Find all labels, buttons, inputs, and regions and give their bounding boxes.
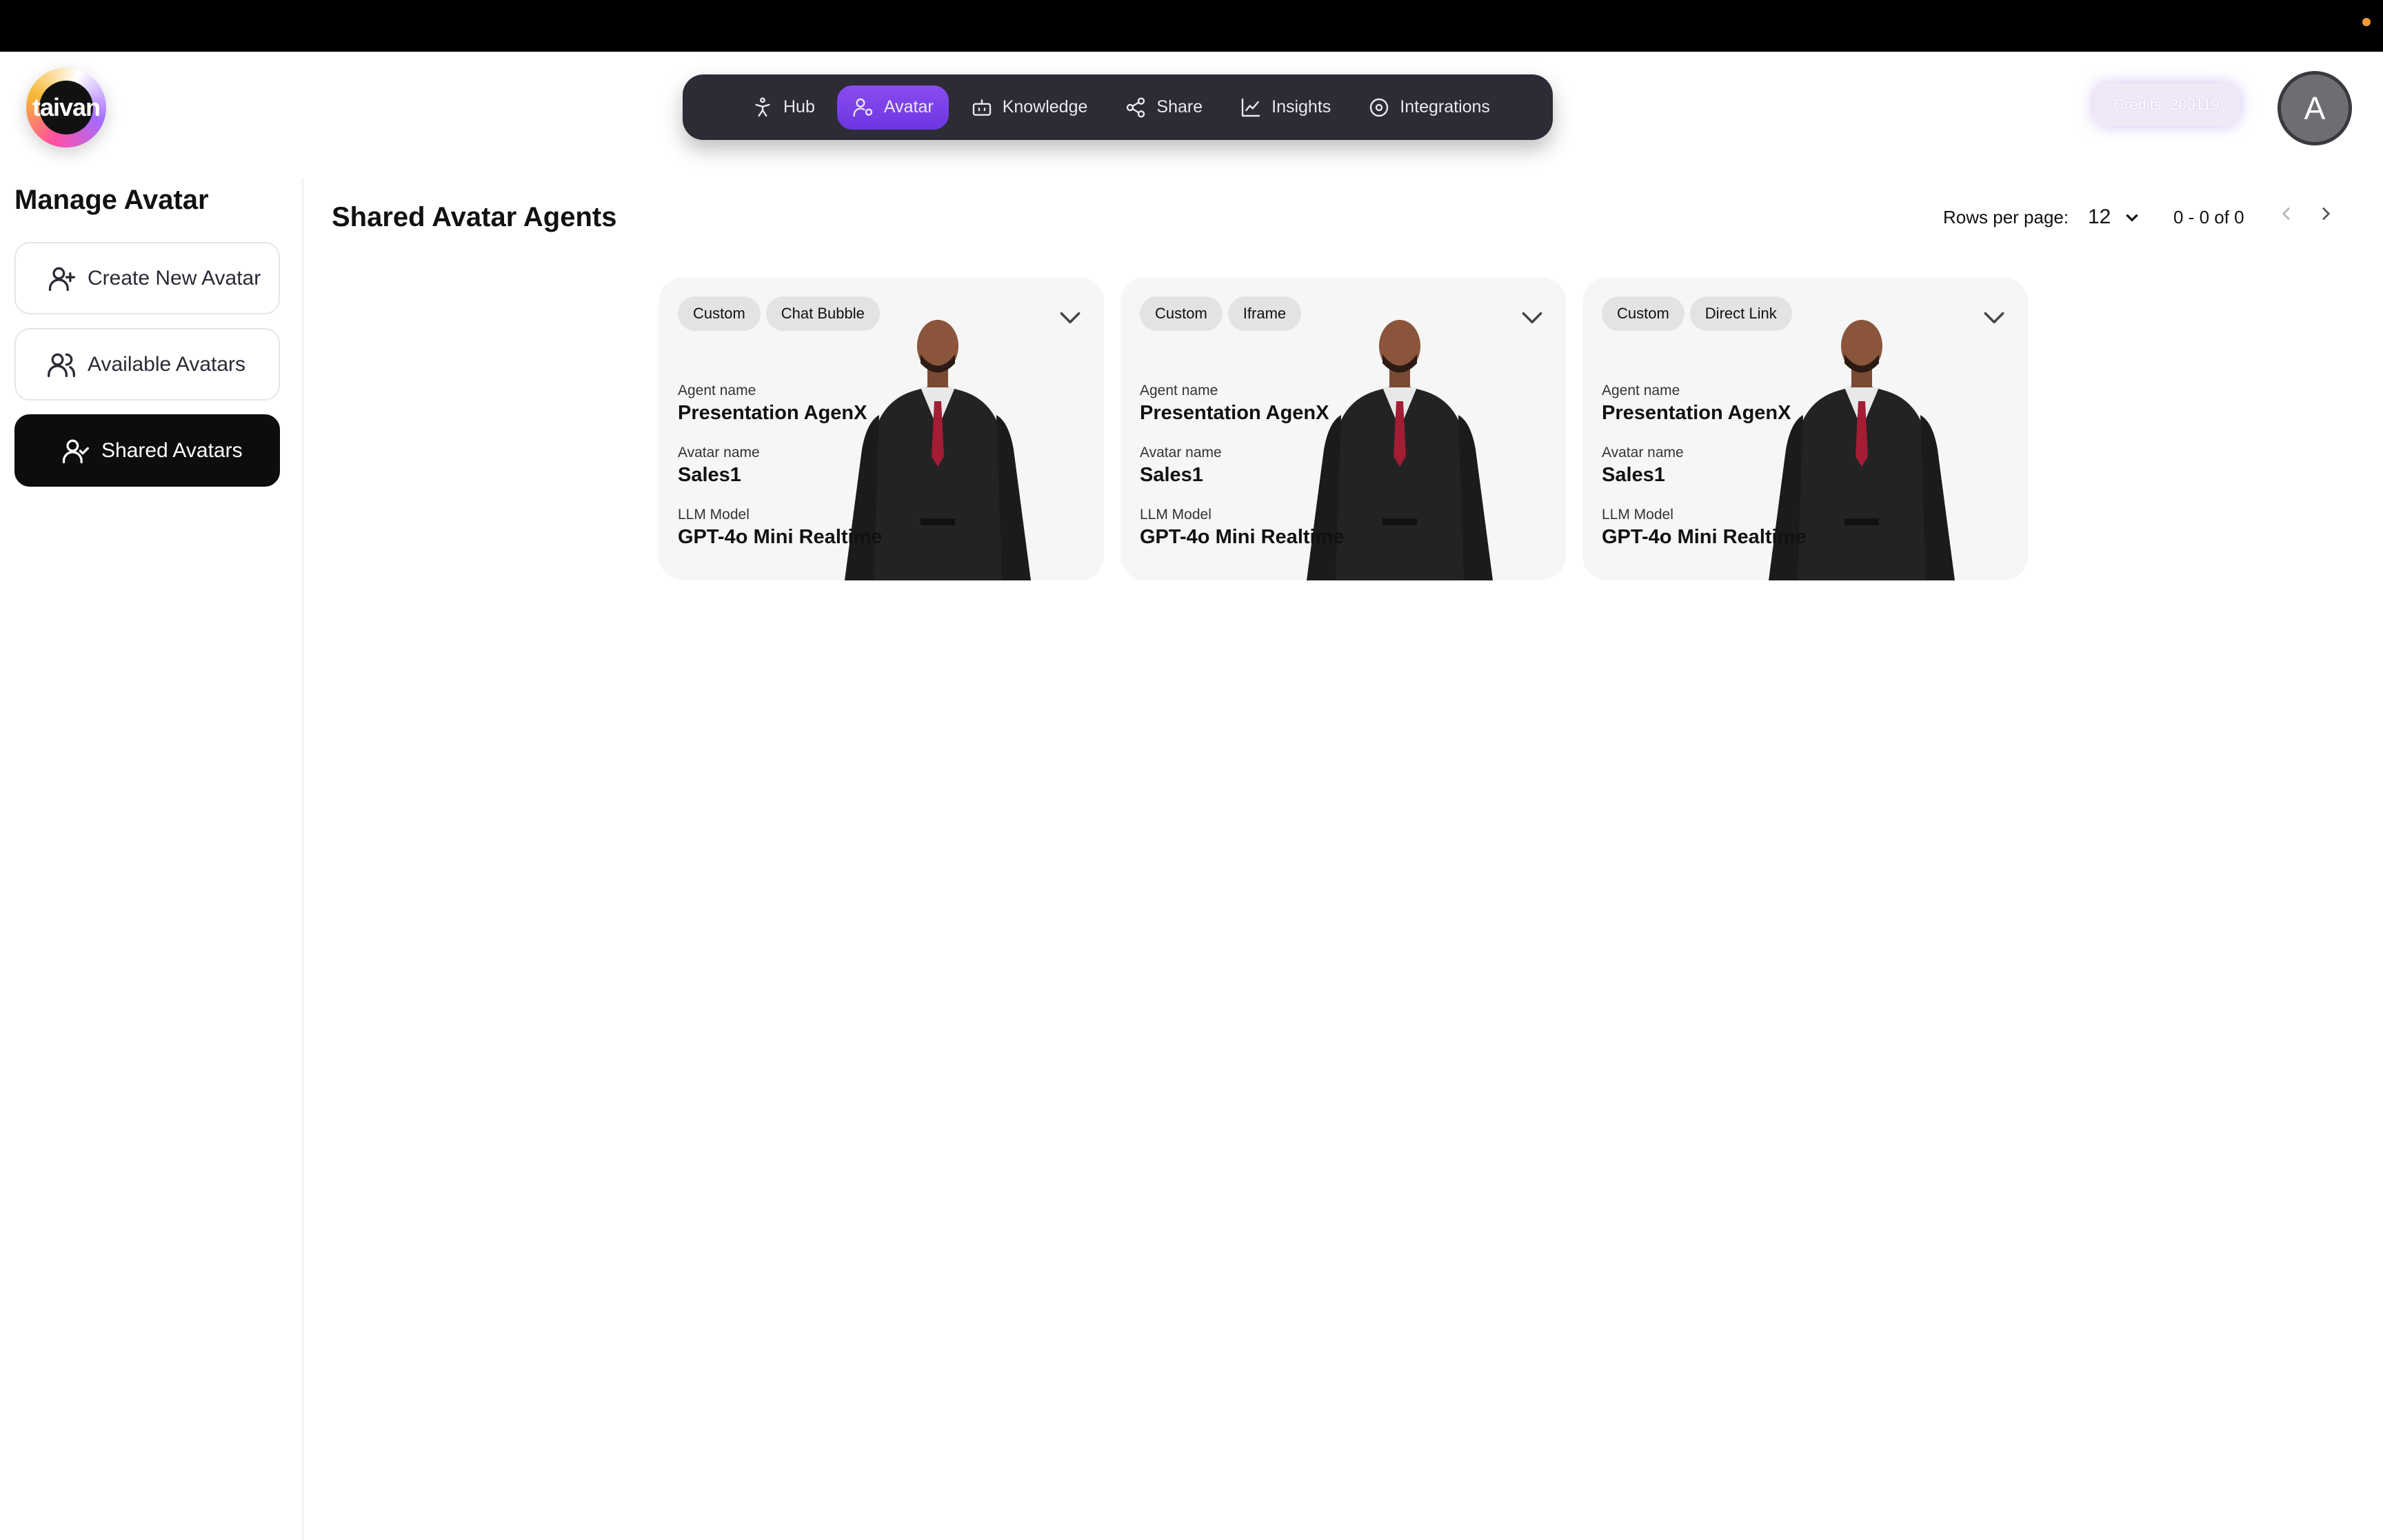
- credits-badge[interactable]: Credits: 200119: [2093, 83, 2240, 126]
- users-icon: [48, 353, 75, 377]
- sidebar-divider: [302, 178, 303, 1540]
- os-menu-bar: [0, 0, 2383, 52]
- avatar-name-label: Avatar name: [678, 445, 760, 460]
- nav-label: Hub: [783, 97, 815, 116]
- previous-page-button[interactable]: [2273, 200, 2300, 227]
- agent-name-label: Agent name: [1602, 383, 1680, 398]
- llm-model-label: LLM Model: [678, 507, 750, 523]
- pagination-range: 0 - 0 of 0: [2173, 206, 2244, 227]
- bot-icon: [972, 99, 991, 116]
- card-details: Agent name Presentation AgenX Avatar nam…: [1140, 381, 1345, 567]
- sidebar-item-label: Create New Avatar: [88, 266, 261, 290]
- app-logo[interactable]: taivan: [26, 68, 106, 148]
- user-check-icon: [62, 439, 89, 463]
- tag-chip: Custom: [1140, 296, 1223, 331]
- user-settings-icon: [853, 98, 873, 116]
- avatar-name-label: Avatar name: [1140, 445, 1222, 460]
- expand-card-button[interactable]: [1519, 305, 1545, 331]
- agent-name-label: Agent name: [678, 383, 756, 398]
- tag-chip: Chat Bubble: [765, 296, 880, 331]
- nav-item-integrations[interactable]: Integrations: [1353, 85, 1505, 130]
- next-page-button[interactable]: [2312, 200, 2340, 227]
- logo-text: taivan: [32, 93, 101, 121]
- logo-core: taivan: [32, 81, 101, 134]
- llm-model-label: LLM Model: [1602, 507, 1673, 523]
- avatar-name-value: Sales1: [1140, 464, 1203, 486]
- tag-chip: Iframe: [1227, 296, 1302, 331]
- nav-label: Share: [1156, 97, 1203, 116]
- create-new-avatar-button[interactable]: Create New Avatar: [14, 242, 280, 314]
- llm-model-label: LLM Model: [1140, 507, 1211, 523]
- agent-name-value: Presentation AgenX: [1140, 402, 1329, 424]
- tag-chip: Custom: [1602, 296, 1685, 331]
- tag-chip: Direct Link: [1689, 296, 1792, 331]
- tag-chip: Custom: [678, 296, 761, 331]
- avatar-agent-card[interactable]: Custom Iframe Agent name Presentation Ag…: [1120, 277, 1566, 580]
- share-icon: [1127, 97, 1145, 118]
- avatar-agent-card[interactable]: Custom Chat Bubble Agent name Presentati…: [658, 277, 1104, 580]
- agent-name-value: Presentation AgenX: [1602, 402, 1791, 424]
- chevron-down-icon: [2126, 214, 2139, 222]
- chevron-down-icon: [1984, 312, 2004, 324]
- nav-item-avatar[interactable]: Avatar: [836, 85, 949, 130]
- shared-avatars-button[interactable]: Shared Avatars: [14, 414, 280, 487]
- avatar-name-value: Sales1: [1602, 464, 1665, 486]
- llm-model-value: GPT-4o Mini Realtime: [1602, 526, 1807, 548]
- agent-name-value: Presentation AgenX: [678, 402, 867, 424]
- llm-model-value: GPT-4o Mini Realtime: [678, 526, 883, 548]
- nav-label: Integrations: [1400, 97, 1490, 116]
- chevron-down-icon: [1522, 312, 1542, 324]
- page-title: Shared Avatar Agents: [332, 202, 617, 232]
- nav-item-knowledge[interactable]: Knowledge: [956, 85, 1103, 130]
- expand-card-button[interactable]: [1057, 305, 1083, 331]
- nav-label: Knowledge: [1002, 97, 1088, 116]
- person-hub-icon: [755, 97, 770, 116]
- main-nav: Hub Avatar Knowledge Share Insights Inte…: [683, 74, 1553, 140]
- expand-card-button[interactable]: [1981, 305, 2007, 331]
- chevron-down-icon: [1060, 312, 1080, 324]
- chevron-right-icon: [2322, 207, 2331, 220]
- agent-name-label: Agent name: [1140, 383, 1218, 398]
- card-tags: Custom Chat Bubble: [678, 296, 885, 331]
- nav-item-share[interactable]: Share: [1109, 85, 1218, 130]
- user-avatar-button[interactable]: A: [2278, 71, 2352, 145]
- notification-dot: [2362, 18, 2371, 26]
- llm-model-value: GPT-4o Mini Realtime: [1140, 526, 1345, 548]
- nav-label: Avatar: [883, 97, 934, 116]
- sidebar-title: Manage Avatar: [14, 185, 209, 215]
- nav-item-hub[interactable]: Hub: [736, 85, 830, 130]
- sidebar-item-label: Shared Avatars: [101, 438, 243, 462]
- user-plus-icon: [48, 267, 75, 291]
- card-details: Agent name Presentation AgenX Avatar nam…: [1602, 381, 1807, 567]
- nav-label: Insights: [1271, 97, 1331, 116]
- available-avatars-button[interactable]: Available Avatars: [14, 328, 280, 401]
- card-details: Agent name Presentation AgenX Avatar nam…: [678, 381, 883, 567]
- avatar-agent-card[interactable]: Custom Direct Link Agent name Presentati…: [1582, 277, 2028, 580]
- rows-per-page-select[interactable]: 12: [2088, 200, 2141, 234]
- chevron-left-icon: [2282, 207, 2290, 220]
- rows-per-page-value: 12: [2088, 205, 2111, 228]
- rows-per-page-label: Rows per page:: [1943, 206, 2069, 227]
- avatar-name-value: Sales1: [678, 464, 741, 486]
- card-tags: Custom Iframe: [1140, 296, 1307, 331]
- card-tags: Custom Direct Link: [1602, 296, 1798, 331]
- line-chart-icon: [1241, 98, 1260, 116]
- nav-item-insights[interactable]: Insights: [1225, 85, 1346, 130]
- sidebar-item-label: Available Avatars: [88, 352, 246, 376]
- avatar-name-label: Avatar name: [1602, 445, 1684, 460]
- integration-icon: [1370, 98, 1389, 116]
